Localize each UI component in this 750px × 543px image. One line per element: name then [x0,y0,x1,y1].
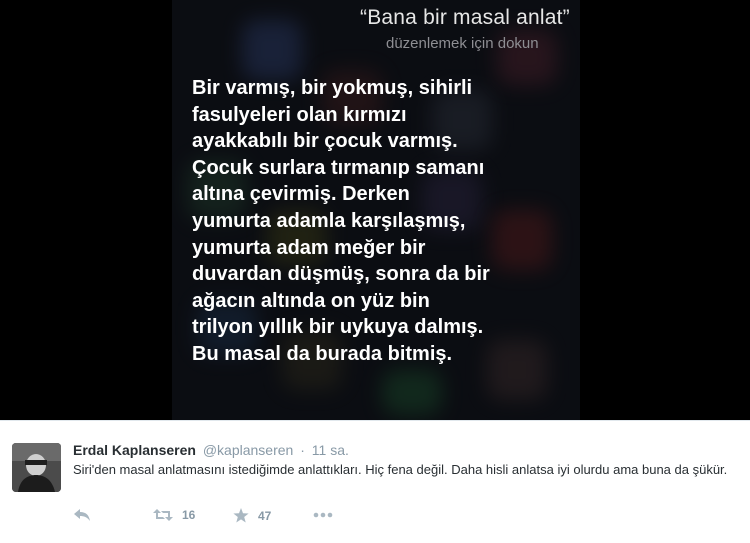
like-count: 47 [258,508,272,523]
more-button[interactable] [313,512,333,518]
like-button[interactable]: 47 [233,508,271,523]
tweet: Erdal Kaplanseren @kaplanseren · 11 sa. … [0,420,750,543]
retweet-button[interactable]: 16 [153,508,195,522]
reply-icon [74,509,90,521]
avatar[interactable] [12,443,61,492]
tweet-text: Siri'den masal anlatmasını istediğimde a… [73,462,728,477]
reply-button[interactable] [73,508,91,522]
more-icon [313,512,333,518]
siri-answer-text: Bir varmış, bir yokmuş, sihirli fasulyel… [192,77,490,365]
star-icon [233,508,249,523]
retweet-icon [153,509,173,521]
tweet-header: Erdal Kaplanseren @kaplanseren · 11 sa. [73,442,349,458]
retweet-count: 16 [182,508,196,522]
author-handle[interactable]: @kaplanseren [203,442,294,458]
author-name[interactable]: Erdal Kaplanseren [73,442,196,458]
tweet-media-image[interactable]: “Bana bir masal anlat” düzenlemek için d… [0,0,750,420]
siri-query-text: “Bana bir masal anlat” [360,6,570,29]
separator-dot: · [300,442,305,458]
siri-edit-hint[interactable]: düzenlemek için dokun [386,35,539,52]
tweet-timestamp[interactable]: 11 sa. [312,442,349,458]
tweet-actions: 16 47 [73,508,373,528]
avatar-photo-icon [12,443,61,492]
